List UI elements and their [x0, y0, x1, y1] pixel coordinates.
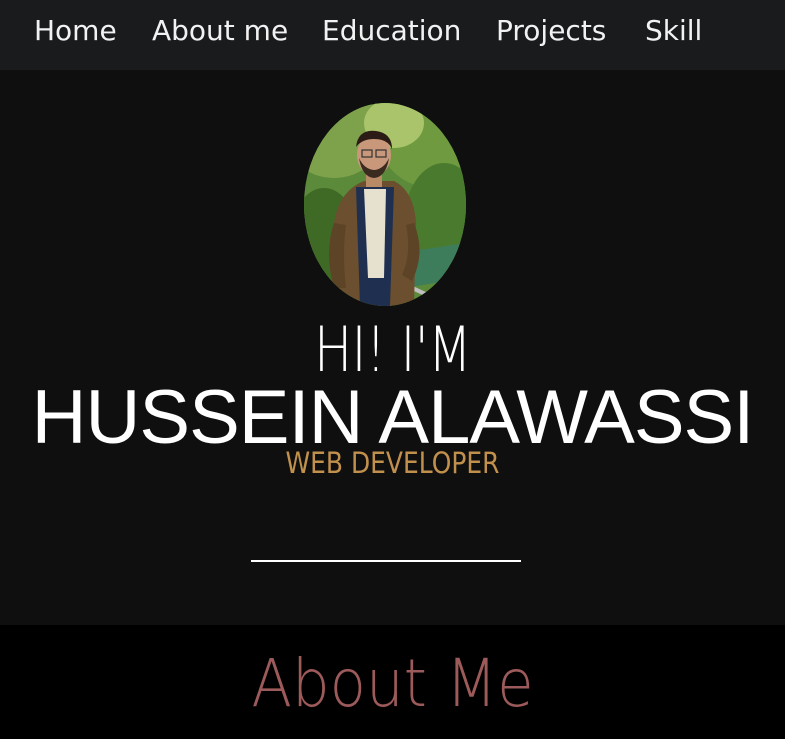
- hero-role-text: WEB DEVELOPER: [285, 446, 500, 476]
- hero-role: WEB DEVELOPER: [55, 444, 730, 476]
- about-section-title: About Me: [251, 645, 534, 722]
- profile-avatar: [304, 103, 466, 306]
- nav-item-about-me[interactable]: About me: [152, 12, 288, 50]
- nav-item-projects[interactable]: Projects: [496, 12, 606, 50]
- nav-item-education[interactable]: Education: [322, 12, 461, 50]
- nav-item-skill[interactable]: Skill: [645, 12, 702, 50]
- nav-item-home[interactable]: Home: [34, 12, 117, 50]
- top-navbar: Home About me Education Projects Skill: [0, 0, 785, 70]
- profile-photo-image: [304, 103, 466, 306]
- hero-divider: [251, 560, 521, 562]
